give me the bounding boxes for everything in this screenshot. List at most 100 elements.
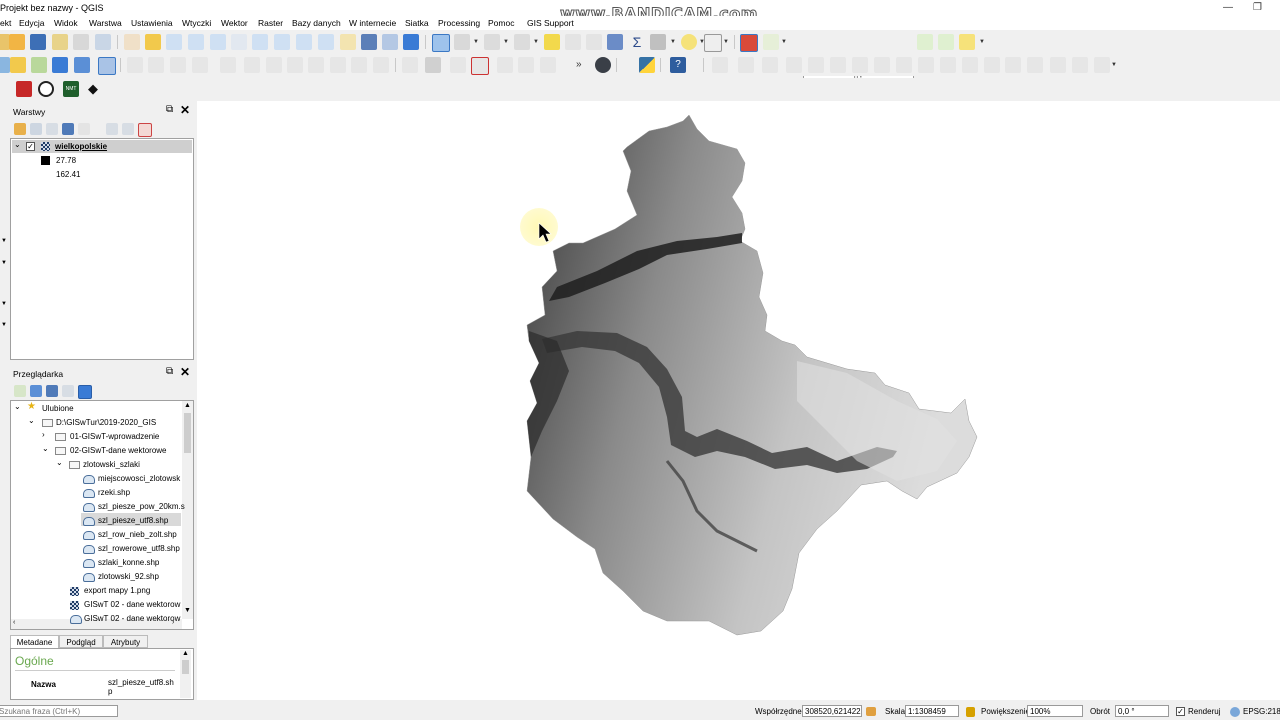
merge-attributes-icon[interactable] [962, 57, 978, 73]
browser-item-file[interactable]: export mapy 1.png [84, 584, 150, 597]
save-edits-icon[interactable] [170, 57, 186, 73]
globe-plugin-icon[interactable] [595, 57, 611, 73]
modify-attributes-icon[interactable] [244, 57, 260, 73]
lock-scale-icon[interactable] [966, 707, 975, 717]
add-vector-icon[interactable] [31, 57, 47, 73]
tab-preview[interactable]: Podgląd [59, 635, 103, 648]
close-icon[interactable]: ✕ [180, 365, 190, 379]
paste-features-icon[interactable] [330, 57, 346, 73]
refresh-icon[interactable] [30, 385, 42, 397]
collapse-all-icon[interactable] [62, 385, 74, 397]
simplify-icon[interactable] [1027, 57, 1043, 73]
restore-button[interactable]: ❐ [1253, 2, 1262, 13]
menu-mesh[interactable]: Siatka [405, 18, 429, 28]
chevron-down-icon[interactable]: ⌄ [42, 444, 49, 453]
crs-label[interactable]: EPSG:2180 [1243, 707, 1280, 716]
rotate-symbols-icon[interactable] [984, 57, 1000, 73]
vertical-scrollbar[interactable]: ▲ [180, 650, 191, 698]
crs-globe-icon[interactable] [1230, 707, 1240, 717]
render-checkbox[interactable]: ✓ [1176, 707, 1185, 716]
chevron-down-icon[interactable]: ⌄ [14, 402, 21, 411]
locator-search-input[interactable]: Szukana fraza (Ctrl+K) [0, 705, 118, 717]
bookmark-icon[interactable] [361, 34, 377, 50]
map-canvas[interactable] [197, 101, 1280, 700]
move-feature-icon[interactable] [1072, 57, 1088, 73]
chevron-right-icon[interactable]: › [42, 430, 45, 439]
locate-target-icon[interactable] [38, 81, 54, 97]
measure-icon[interactable] [650, 34, 666, 50]
new-map-view-icon[interactable] [340, 34, 356, 50]
menu-web[interactable]: W internecie [349, 18, 396, 28]
minimize-button[interactable]: — [1223, 2, 1233, 13]
scrollbar-thumb[interactable] [184, 413, 191, 453]
layout-manager-icon[interactable] [95, 34, 111, 50]
scroll-down-icon[interactable]: ▼ [184, 607, 191, 614]
toolbar-overflow-icon[interactable]: » [576, 59, 582, 70]
pan-hand-icon[interactable] [124, 34, 140, 50]
redo-icon[interactable] [373, 57, 389, 73]
menu-raster[interactable]: Raster [258, 18, 283, 28]
tab-attributes[interactable]: Atrybuty [103, 635, 148, 648]
add-ring-icon[interactable] [738, 57, 754, 73]
zoom-next-icon[interactable] [318, 34, 334, 50]
cut-features-icon[interactable] [287, 57, 303, 73]
statistics-sigma-icon[interactable]: Σ [629, 34, 645, 50]
label-abc-blue-icon[interactable] [450, 57, 466, 73]
collapse-all-icon[interactable] [122, 123, 134, 135]
menu-vector[interactable]: Wektor [221, 18, 248, 28]
split-features-icon[interactable] [896, 57, 912, 73]
menu-view[interactable]: Widok [54, 18, 78, 28]
add-group-icon[interactable] [30, 123, 42, 135]
select-by-value-icon[interactable] [514, 34, 530, 50]
toggle-editing-icon[interactable] [148, 57, 164, 73]
rotation-input[interactable]: 0,0 ° [1115, 705, 1169, 717]
browser-item-folder[interactable]: zlotowski_szlaki [83, 458, 140, 471]
chevron-down-icon[interactable]: ▼ [723, 39, 729, 45]
snap-vertex-icon[interactable] [763, 34, 779, 50]
menu-edit[interactable]: Edycja [19, 18, 45, 28]
browser-item-file[interactable]: miejscowosci_zlotowsk [98, 472, 180, 485]
show-labels-icon[interactable] [497, 57, 513, 73]
zoom-native-icon[interactable] [274, 34, 290, 50]
zoom-in-icon[interactable] [166, 34, 182, 50]
chevron-down-icon[interactable]: ▼ [503, 39, 509, 45]
add-selected-layers-icon[interactable] [14, 385, 26, 397]
menu-plugins[interactable]: Wtyczki [182, 18, 211, 28]
browser-item-file[interactable]: GISwT 02 - dane wektorow [84, 612, 180, 625]
chevron-down-icon[interactable]: ⌄ [56, 458, 63, 467]
delete-ring-icon[interactable] [786, 57, 802, 73]
menu-help[interactable]: Pomoc [488, 18, 514, 28]
filter-browser-icon[interactable] [46, 385, 58, 397]
chevron-down-icon[interactable]: ⌄ [14, 140, 21, 149]
browser-item-folder[interactable]: 01-GISwT-wprowadzenie [70, 430, 159, 443]
label-abc-red-icon[interactable] [471, 57, 489, 75]
pan-to-selection-icon[interactable] [145, 34, 161, 50]
browser-item-file[interactable]: szl_row_nieb_zolt.shp [98, 528, 177, 541]
zoom-layer-icon[interactable] [252, 34, 268, 50]
toggle-extents-icon[interactable] [866, 707, 876, 716]
reshape-icon[interactable] [830, 57, 846, 73]
menu-layer[interactable]: Warstwa [89, 18, 122, 28]
filter-expression-icon[interactable] [78, 123, 90, 135]
layer-styling-icon[interactable] [14, 123, 26, 135]
browser-item-file[interactable]: GISwT 02 - dane wektorow [84, 598, 180, 611]
scroll-up-icon[interactable]: ▲ [184, 402, 191, 409]
browser-item-file[interactable]: szlaki_konne.shp [98, 556, 159, 569]
rotate-label-icon[interactable] [540, 57, 556, 73]
text-annotation-icon[interactable] [704, 34, 722, 52]
attribute-table-icon[interactable] [565, 34, 581, 50]
enable-properties-icon[interactable] [78, 385, 92, 399]
filter-legend-icon[interactable] [62, 123, 74, 135]
select-features-icon[interactable] [484, 34, 500, 50]
add-feature-icon[interactable] [192, 57, 208, 73]
topological-editing-icon[interactable] [917, 34, 933, 50]
save-icon[interactable] [30, 34, 46, 50]
layer-name[interactable]: wielkopolskie [55, 140, 107, 153]
vertex-tool-icon[interactable] [220, 57, 236, 73]
scroll-up-icon[interactable]: ▲ [182, 650, 189, 657]
nmt-plugin-icon[interactable]: NMT [63, 81, 79, 97]
add-wms-icon[interactable] [74, 57, 90, 73]
merge-features-icon[interactable] [940, 57, 956, 73]
undo-icon[interactable] [351, 57, 367, 73]
split-parts-icon[interactable] [918, 57, 934, 73]
